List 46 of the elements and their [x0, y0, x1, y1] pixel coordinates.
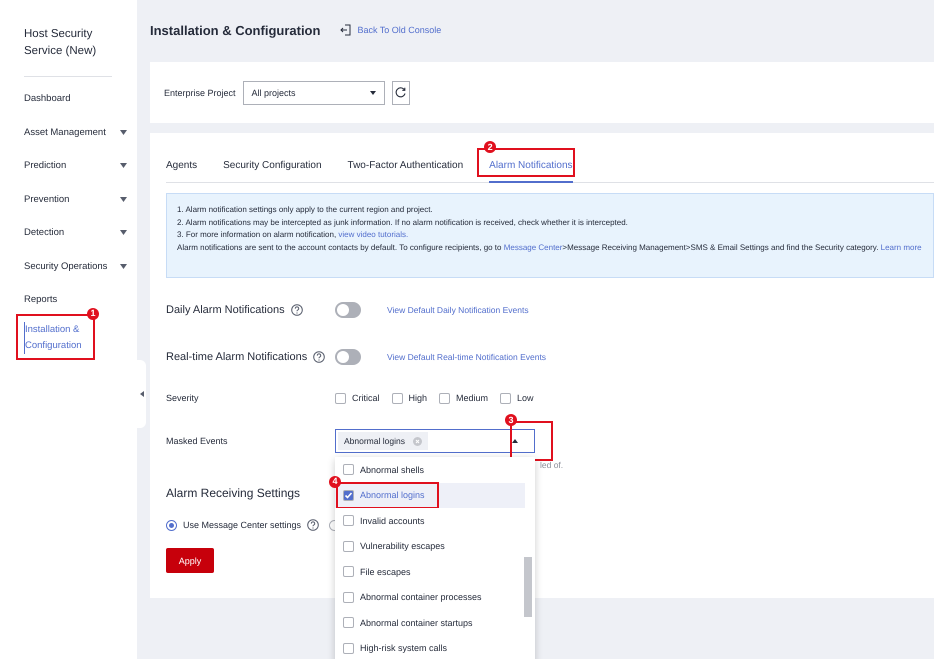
tab[interactable]: Security Configuration [223, 160, 322, 183]
learn-more-link[interactable]: Learn more [880, 242, 922, 252]
section-title: Alarm Receiving Settings [166, 486, 300, 502]
checkbox-label: Low [517, 393, 534, 403]
field-label: Severity [166, 393, 199, 403]
field-label: Masked Events [166, 436, 228, 446]
field-label: Enterprise Project [164, 88, 236, 98]
callout-badge: 1 [87, 308, 99, 320]
sidebar-item[interactable]: Reports [24, 292, 58, 308]
setting-label: Real-time Alarm Notifications [166, 351, 308, 363]
tab[interactable]: Two-Factor Authentication [348, 160, 464, 183]
project-select[interactable]: All projects [242, 80, 385, 104]
radio-label: Use Message Center settings [183, 520, 302, 530]
selected-tag: Abnormal logins [338, 432, 428, 450]
notice-text: Alarm notifications are sent to the account contacts by default. To configure recipients, go to [177, 242, 502, 252]
notice-text: 1. Alarm notification settings only apply to the current region and project. [177, 205, 433, 214]
notice-text: >Message Receiving Management>SMS & Email Settings and find the Security category. [562, 242, 880, 252]
checkbox-label: Critical [352, 393, 380, 403]
sidebar-item[interactable]: Security Operations [24, 258, 108, 274]
sidebar-item[interactable]: Prevention [24, 192, 70, 208]
callout-badge: 2 [484, 141, 496, 153]
tab[interactable]: Alarm Notifications [489, 160, 573, 183]
callout-badge: 3 [505, 414, 517, 426]
callout-badge: 4 [329, 476, 341, 488]
dropdown-option[interactable]: Abnormal logins [335, 482, 525, 508]
sidebar-item[interactable]: Installation & Configuration [24, 322, 84, 354]
events-link[interactable]: View Default Daily Notification Events [387, 305, 529, 315]
setting-label: Daily Alarm Notifications [166, 304, 285, 316]
notice-text: 2. Alarm notifications may be intercepted as junk information. If no alarm notification is received, check whether it is intercepted. [177, 218, 628, 226]
page-title: Installation & Configuration [150, 22, 320, 38]
sidebar-item[interactable]: Detection [24, 225, 64, 241]
checkbox-label: High [408, 393, 428, 403]
hint-text: led of. [540, 460, 564, 470]
product-title: Host Security Service (New) [24, 27, 98, 59]
checkbox-label: Medium [456, 393, 488, 403]
notice-link[interactable]: view video tutorials. [338, 230, 408, 239]
sidebar-item[interactable]: Asset Management [24, 124, 106, 140]
tab[interactable]: Agents [166, 160, 198, 183]
events-link[interactable]: View Default Real-time Notification Events [387, 352, 546, 362]
masked-events-select[interactable]: Abnormal logins [335, 429, 535, 453]
sidebar-item[interactable]: Dashboard [24, 91, 70, 107]
notice-text: 3. For more information on alarm notification, [177, 230, 338, 239]
sidebar-item[interactable]: Prediction [24, 158, 66, 174]
apply-button[interactable]: Apply [166, 548, 214, 573]
back-link[interactable]: Back To Old Console [340, 24, 442, 36]
notice-link[interactable]: Message Center [504, 242, 562, 252]
